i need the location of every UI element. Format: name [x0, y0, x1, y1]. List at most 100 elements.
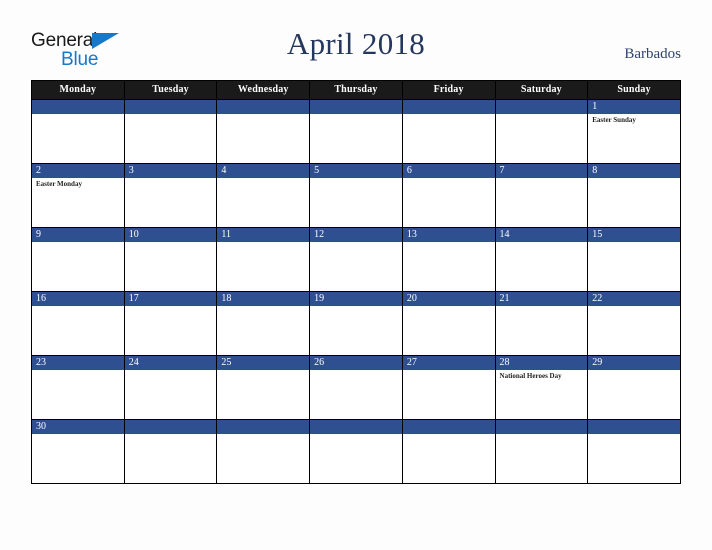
- day-number: 9: [32, 228, 124, 242]
- calendar-day-cell[interactable]: 5: [309, 163, 403, 228]
- day-number: 19: [310, 292, 402, 306]
- calendar-day-cell[interactable]: 15: [587, 227, 681, 292]
- calendar-day-cell[interactable]: 27: [401, 355, 496, 420]
- calendar-empty-cell: [494, 419, 589, 484]
- calendar-day-cell[interactable]: 12: [309, 227, 403, 292]
- calendar-day-cell[interactable]: 18: [216, 291, 311, 356]
- day-number: 3: [124, 164, 217, 178]
- calendar-empty-cell: [587, 419, 681, 484]
- calendar-day-cell[interactable]: 29: [587, 355, 681, 420]
- calendar-day-cell[interactable]: 1 Easter Sunday: [587, 99, 681, 164]
- calendar-empty-cell: [494, 99, 589, 164]
- weekday-header-tuesday: Tuesday: [123, 80, 218, 100]
- calendar-day-cell[interactable]: 10: [123, 227, 218, 292]
- calendar-day-cell[interactable]: 22: [587, 291, 681, 356]
- calendar-day-cell[interactable]: 16: [31, 291, 125, 356]
- page-title: April 2018: [286, 26, 426, 61]
- day-number: 8: [588, 164, 680, 178]
- calendar-week-row: 9 10 11 12 13 14 15: [31, 227, 681, 292]
- calendar-empty-cell: [401, 419, 496, 484]
- day-number: 14: [495, 228, 588, 242]
- calendar-day-cell[interactable]: 9: [31, 227, 125, 292]
- day-number: 7: [495, 164, 588, 178]
- calendar-day-cell[interactable]: 25: [216, 355, 311, 420]
- day-number: 29: [588, 356, 680, 370]
- calendar-day-cell[interactable]: 6: [401, 163, 496, 228]
- page-header: General Blue April 2018 Barbados: [0, 0, 712, 80]
- calendar-day-cell[interactable]: 26: [309, 355, 403, 420]
- calendar-day-cell[interactable]: 19: [309, 291, 403, 356]
- day-number: 10: [124, 228, 217, 242]
- calendar-day-cell[interactable]: 24: [123, 355, 218, 420]
- calendar-day-cell[interactable]: 28 National Heroes Day: [494, 355, 589, 420]
- day-number: 25: [217, 356, 310, 370]
- day-number: 28: [495, 356, 588, 370]
- calendar-day-cell[interactable]: 4: [216, 163, 311, 228]
- calendar-empty-cell: [309, 419, 403, 484]
- day-number: [402, 100, 495, 114]
- calendar-empty-cell: [216, 99, 311, 164]
- day-number: 5: [310, 164, 402, 178]
- holiday-label: National Heroes Day: [499, 372, 562, 380]
- day-number: [310, 100, 402, 114]
- day-number: 13: [402, 228, 495, 242]
- day-number: [32, 100, 124, 114]
- weekday-header-row: Monday Tuesday Wednesday Thursday Friday Satu…: [31, 80, 681, 100]
- weekday-header-friday: Friday: [401, 80, 496, 100]
- day-events: National Heroes Day: [496, 370, 588, 381]
- calendar-week-row: 23 24 25 26 27 28 National Heroes Day 29: [31, 355, 681, 420]
- day-number: [124, 420, 217, 434]
- day-number: [588, 420, 680, 434]
- calendar-day-cell[interactable]: 21: [494, 291, 589, 356]
- day-number: [495, 420, 588, 434]
- day-number: 6: [402, 164, 495, 178]
- day-events: Easter Sunday: [588, 114, 680, 125]
- holiday-label: Easter Sunday: [592, 116, 636, 124]
- country-label: Barbados: [624, 46, 681, 62]
- weekday-header-wednesday: Wednesday: [216, 80, 311, 100]
- day-events: Easter Monday: [32, 178, 124, 189]
- calendar-empty-cell: [309, 99, 403, 164]
- day-number: 4: [217, 164, 310, 178]
- day-number: 2: [32, 164, 124, 178]
- calendar-day-cell[interactable]: 13: [401, 227, 496, 292]
- day-number: 17: [124, 292, 217, 306]
- day-number: [495, 100, 588, 114]
- day-number: 21: [495, 292, 588, 306]
- day-number: 23: [32, 356, 124, 370]
- weekday-header-thursday: Thursday: [309, 80, 403, 100]
- weekday-header-saturday: Saturday: [494, 80, 589, 100]
- day-number: 27: [402, 356, 495, 370]
- weekday-header-monday: Monday: [31, 80, 125, 100]
- calendar-week-row: 2 Easter Monday 3 4 5 6 7 8: [31, 163, 681, 228]
- day-number: 16: [32, 292, 124, 306]
- weekday-header-sunday: Sunday: [587, 80, 681, 100]
- calendar-day-cell[interactable]: 11: [216, 227, 311, 292]
- day-number: [402, 420, 495, 434]
- calendar-day-cell[interactable]: 7: [494, 163, 589, 228]
- day-number: 22: [588, 292, 680, 306]
- calendar-week-row: 30: [31, 419, 681, 484]
- calendar-empty-cell: [401, 99, 496, 164]
- calendar-day-cell[interactable]: 8: [587, 163, 681, 228]
- holiday-label: Easter Monday: [36, 180, 82, 188]
- day-number: 15: [588, 228, 680, 242]
- day-number: 1: [588, 100, 680, 114]
- calendar-day-cell[interactable]: 2 Easter Monday: [31, 163, 125, 228]
- calendar-day-cell[interactable]: 23: [31, 355, 125, 420]
- day-number: [217, 420, 310, 434]
- calendar-day-cell[interactable]: 3: [123, 163, 218, 228]
- calendar-day-cell[interactable]: 30: [31, 419, 125, 484]
- calendar-week-row: 16 17 18 19 20 21 22: [31, 291, 681, 356]
- calendar-day-cell[interactable]: 14: [494, 227, 589, 292]
- day-number: [310, 420, 402, 434]
- day-number: [217, 100, 310, 114]
- day-number: 11: [217, 228, 310, 242]
- day-number: 12: [310, 228, 402, 242]
- day-number: 30: [32, 420, 124, 434]
- day-number: 18: [217, 292, 310, 306]
- calendar-week-row: 1 Easter Sunday: [31, 99, 681, 164]
- calendar-day-cell[interactable]: 20: [401, 291, 496, 356]
- calendar-day-cell[interactable]: 17: [123, 291, 218, 356]
- calendar-grid: Monday Tuesday Wednesday Thursday Friday Satu…: [31, 80, 681, 484]
